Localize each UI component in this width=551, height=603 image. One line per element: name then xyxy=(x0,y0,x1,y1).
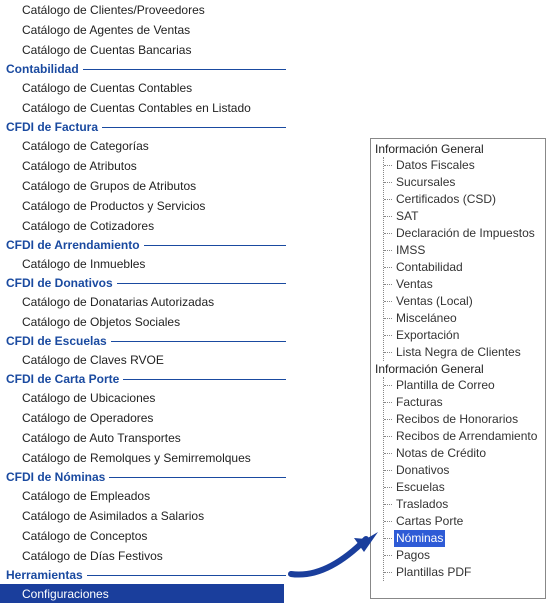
menu-item[interactable]: Catálogo de Asimilados a Salarios xyxy=(0,506,290,526)
tree-item[interactable]: Facturas xyxy=(384,394,545,411)
tree-item-label: Pagos xyxy=(394,547,432,564)
menu-category-label: CFDI de Carta Porte xyxy=(6,372,123,386)
tree-item-label: Cartas Porte xyxy=(394,513,465,530)
tree-item[interactable]: Certificados (CSD) xyxy=(384,191,545,208)
tree-item[interactable]: Sucursales xyxy=(384,174,545,191)
tree-panel: Información GeneralDatos FiscalesSucursa… xyxy=(370,138,546,599)
tree-item[interactable]: Misceláneo xyxy=(384,310,545,327)
menu-item[interactable]: Catálogo de Productos y Servicios xyxy=(0,196,290,216)
menu-item[interactable]: Catálogo de Auto Transportes xyxy=(0,428,290,448)
tree-item[interactable]: Cartas Porte xyxy=(384,513,545,530)
menu-item[interactable]: Catálogo de Ubicaciones xyxy=(0,388,290,408)
tree-item-label: Misceláneo xyxy=(394,310,459,327)
menu-item[interactable]: Catálogo de Categorías xyxy=(0,136,290,156)
tree-item-label: Escuelas xyxy=(394,479,447,496)
tree-item[interactable]: Traslados xyxy=(384,496,545,513)
tree-item-selected[interactable]: Nóminas xyxy=(384,530,545,547)
menu-category: CFDI de Donativos xyxy=(6,276,290,290)
menu-category: CFDI de Arrendamiento xyxy=(6,238,290,252)
tree-item[interactable]: Recibos de Arrendamiento xyxy=(384,428,545,445)
tree-item-label: Notas de Crédito xyxy=(394,445,488,462)
tree-item[interactable]: Donativos xyxy=(384,462,545,479)
tree-item[interactable]: Escuelas xyxy=(384,479,545,496)
menu-category: CFDI de Factura xyxy=(6,120,290,134)
tree-item-label: Datos Fiscales xyxy=(394,157,477,174)
tree-item[interactable]: Exportación xyxy=(384,327,545,344)
menu-category: Herramientas xyxy=(6,568,290,582)
menu-category-label: CFDI de Donativos xyxy=(6,276,117,290)
tree-group[interactable]: Información General xyxy=(375,361,545,377)
menu-item[interactable]: Catálogo de Cuentas Contables xyxy=(0,78,290,98)
tree-item[interactable]: Ventas xyxy=(384,276,545,293)
tree-item[interactable]: Pagos xyxy=(384,547,545,564)
tree-item[interactable]: Recibos de Honorarios xyxy=(384,411,545,428)
menu-item[interactable]: Catálogo de Grupos de Atributos xyxy=(0,176,290,196)
tree-item-label: Exportación xyxy=(394,327,461,344)
menu-item[interactable]: Catálogo de Claves RVOE xyxy=(0,350,290,370)
tree-item[interactable]: Plantilla de Correo xyxy=(384,377,545,394)
tree-item-label: Contabilidad xyxy=(394,259,465,276)
menu-category: Contabilidad xyxy=(6,62,290,76)
menu-category-label: CFDI de Arrendamiento xyxy=(6,238,144,252)
menu-item[interactable]: Catálogo de Inmuebles xyxy=(0,254,290,274)
menu-item[interactable]: Catálogo de Conceptos xyxy=(0,526,290,546)
menu-item[interactable]: Catálogo de Días Festivos xyxy=(0,546,290,566)
menu-item[interactable]: Catálogo de Remolques y Semirremolques xyxy=(0,448,290,468)
tree-item[interactable]: SAT xyxy=(384,208,545,225)
tree-item-label: Sucursales xyxy=(394,174,457,191)
menu-item-selected[interactable]: Configuraciones xyxy=(0,584,284,603)
menu-item[interactable]: Catálogo de Cuentas Contables en Listado xyxy=(0,98,290,118)
menu-category-label: CFDI de Nóminas xyxy=(6,470,109,484)
menu-item[interactable]: Catálogo de Agentes de Ventas xyxy=(0,20,290,40)
menu-item[interactable]: Catálogo de Donatarias Autorizadas xyxy=(0,292,290,312)
tree-item[interactable]: Datos Fiscales xyxy=(384,157,545,174)
menu-category-label: CFDI de Escuelas xyxy=(6,334,111,348)
tree-item-label: Nóminas xyxy=(394,530,445,547)
tree-item-label: Recibos de Honorarios xyxy=(394,411,520,428)
menu-category-label: Contabilidad xyxy=(6,62,83,76)
tree-item-label: Traslados xyxy=(394,496,450,513)
menu-item[interactable]: Catálogo de Empleados xyxy=(0,486,290,506)
tree-group[interactable]: Información General xyxy=(375,141,545,157)
tree-item-label: Ventas (Local) xyxy=(394,293,475,310)
tree-item-label: Recibos de Arrendamiento xyxy=(394,428,539,445)
tree-children: Datos FiscalesSucursalesCertificados (CS… xyxy=(383,157,545,361)
tree-item[interactable]: Notas de Crédito xyxy=(384,445,545,462)
tree-item-label: Certificados (CSD) xyxy=(394,191,498,208)
menu-panel: Catálogo de Clientes/ProveedoresCatálogo… xyxy=(0,0,290,603)
tree-item-label: Declaración de Impuestos xyxy=(394,225,537,242)
tree-item-label: Plantillas PDF xyxy=(394,564,473,581)
menu-item[interactable]: Catálogo de Cotizadores xyxy=(0,216,290,236)
menu-category-label: CFDI de Factura xyxy=(6,120,102,134)
tree-item-label: Lista Negra de Clientes xyxy=(394,344,523,361)
menu-category: CFDI de Escuelas xyxy=(6,334,290,348)
menu-item[interactable]: Catálogo de Cuentas Bancarias xyxy=(0,40,290,60)
tree-item[interactable]: Lista Negra de Clientes xyxy=(384,344,545,361)
tree-item[interactable]: Declaración de Impuestos xyxy=(384,225,545,242)
tree-item-label: Donativos xyxy=(394,462,451,479)
tree-item-label: Ventas xyxy=(394,276,435,293)
app-root: Catálogo de Clientes/ProveedoresCatálogo… xyxy=(0,0,551,603)
tree-item[interactable]: Contabilidad xyxy=(384,259,545,276)
tree-item-label: SAT xyxy=(394,208,420,225)
tree-children: Plantilla de CorreoFacturasRecibos de Ho… xyxy=(383,377,545,581)
menu-item[interactable]: Catálogo de Operadores xyxy=(0,408,290,428)
menu-item[interactable]: Catálogo de Clientes/Proveedores xyxy=(0,0,290,20)
menu-category: CFDI de Nóminas xyxy=(6,470,290,484)
menu-category: CFDI de Carta Porte xyxy=(6,372,290,386)
menu-item[interactable]: Catálogo de Atributos xyxy=(0,156,290,176)
tree-item-label: Plantilla de Correo xyxy=(394,377,497,394)
tree-item[interactable]: IMSS xyxy=(384,242,545,259)
tree-item-label: IMSS xyxy=(394,242,427,259)
tree-item[interactable]: Plantillas PDF xyxy=(384,564,545,581)
tree-item[interactable]: Ventas (Local) xyxy=(384,293,545,310)
tree-item-label: Facturas xyxy=(394,394,445,411)
menu-category-label: Herramientas xyxy=(6,568,87,582)
menu-item[interactable]: Catálogo de Objetos Sociales xyxy=(0,312,290,332)
